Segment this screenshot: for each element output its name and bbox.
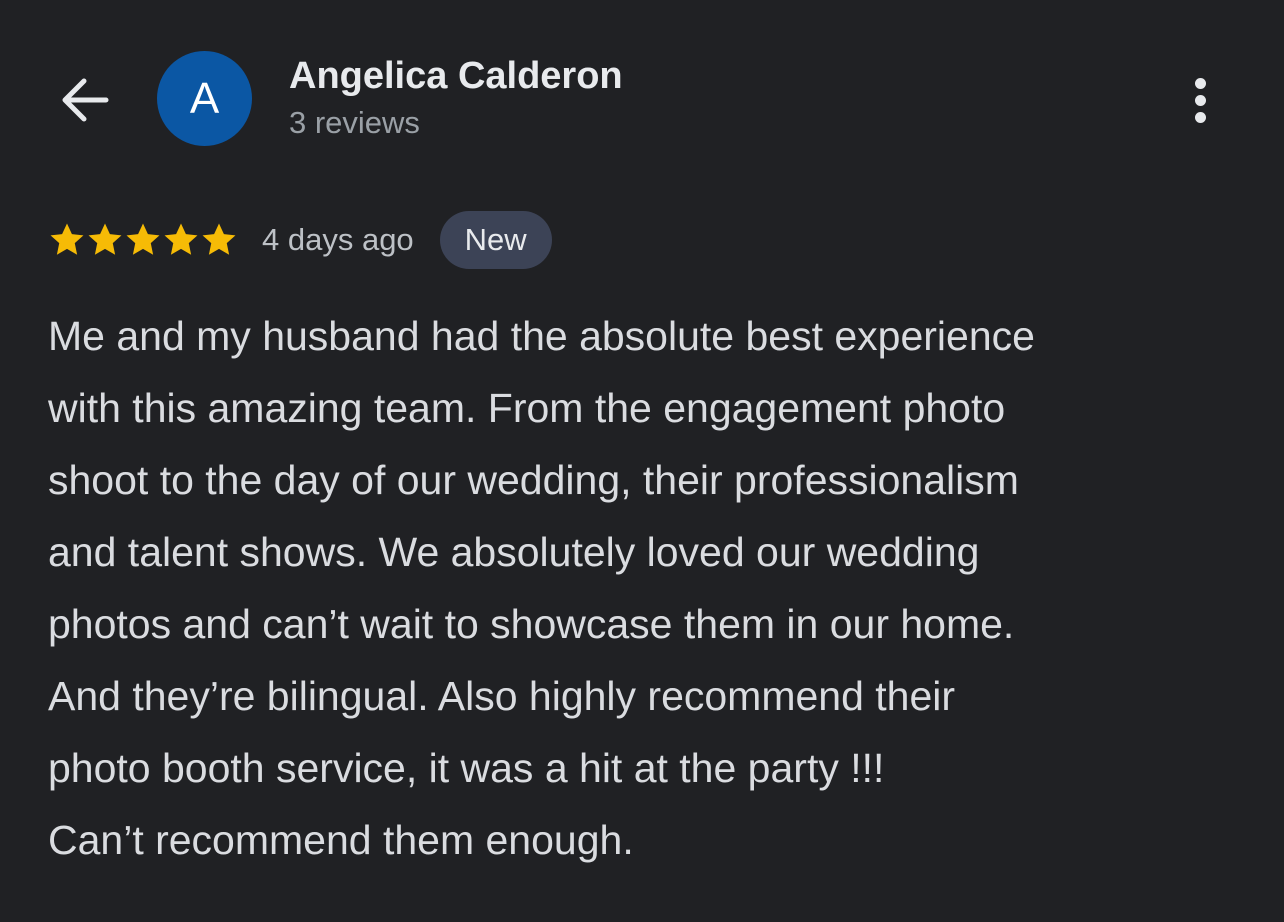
back-button[interactable]: [52, 70, 116, 130]
star-icon: [202, 223, 236, 255]
star-icon: [126, 223, 160, 255]
rating-row: 4 days ago New: [48, 210, 552, 270]
review-count: 3 reviews: [289, 105, 420, 140]
avatar-letter: A: [189, 73, 220, 123]
more-vertical-icon: [1194, 77, 1206, 89]
more-vertical-icon: [1194, 111, 1206, 123]
arrow-left-icon: [62, 78, 109, 122]
star-rating: [48, 221, 238, 259]
reviewer-name[interactable]: Angelica Calderon: [289, 55, 623, 98]
star-icon: [164, 223, 198, 255]
new-badge: New: [439, 211, 552, 269]
review-date: 4 days ago: [262, 222, 414, 257]
review-text: Me and my husband had the absolute best …: [48, 313, 1035, 863]
avatar[interactable]: A: [157, 51, 252, 146]
star-icon: [50, 223, 84, 255]
star-icon: [88, 223, 122, 255]
more-vertical-icon: [1194, 94, 1206, 106]
more-options-button[interactable]: [1176, 70, 1224, 130]
